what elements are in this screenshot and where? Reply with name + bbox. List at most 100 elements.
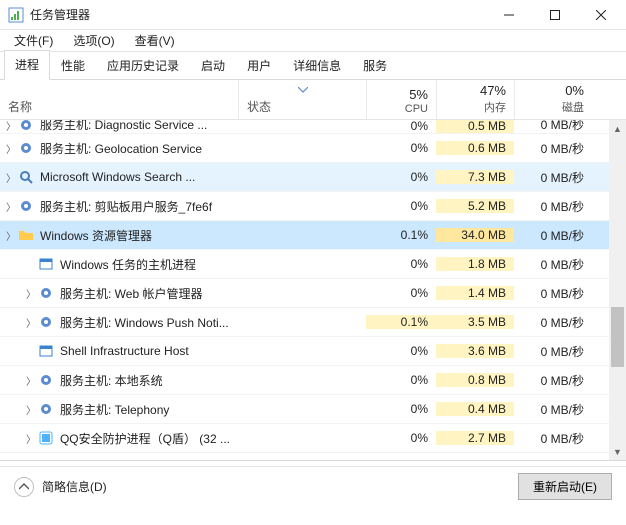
expand-icon[interactable]: 〉 <box>24 286 38 301</box>
cpu-value: 0% <box>366 402 436 416</box>
memory-value: 34.0 MB <box>436 228 514 242</box>
menu-options[interactable]: 选项(O) <box>65 30 122 51</box>
column-memory[interactable]: 47%内存 <box>436 80 514 119</box>
cpu-value: 0.1% <box>366 315 436 329</box>
cpu-value: 0% <box>366 344 436 358</box>
disk-value: 0 MB/秒 <box>514 285 592 302</box>
tab-startup[interactable]: 启动 <box>190 51 236 80</box>
memory-value: 5.2 MB <box>436 199 514 213</box>
process-name: 服务主机: Geolocation Service <box>40 140 202 157</box>
column-cpu[interactable]: 5%CPU <box>366 80 436 119</box>
vertical-scrollbar[interactable]: ▲ ▼ <box>609 120 626 460</box>
tab-app-history[interactable]: 应用历史记录 <box>96 51 190 80</box>
process-row[interactable]: 〉服务主机: 剪贴板用户服务_7fe6f0%5.2 MB0 MB/秒 <box>0 192 626 221</box>
column-name[interactable]: 名称 <box>0 80 238 119</box>
process-row[interactable]: 〉QQ安全防护进程（Q盾） (32 ...0%2.7 MB0 MB/秒 <box>0 424 626 453</box>
cpu-value: 0% <box>366 120 436 133</box>
cpu-value: 0% <box>366 431 436 445</box>
disk-value: 0 MB/秒 <box>514 120 592 133</box>
process-name: Windows 任务的主机进程 <box>60 256 196 273</box>
expand-icon[interactable]: 〉 <box>24 402 38 417</box>
column-disk[interactable]: 0%磁盘 <box>514 80 592 119</box>
expand-icon[interactable]: 〉 <box>4 141 18 156</box>
tab-services[interactable]: 服务 <box>352 51 398 80</box>
app-icon <box>8 7 24 23</box>
scroll-thumb[interactable] <box>611 307 624 367</box>
expand-icon[interactable]: 〉 <box>4 228 18 243</box>
memory-value: 0.6 MB <box>436 141 514 155</box>
disk-value: 0 MB/秒 <box>514 140 592 157</box>
minimize-button[interactable] <box>486 0 532 29</box>
disk-value: 0 MB/秒 <box>514 169 592 186</box>
memory-value: 0.5 MB <box>436 120 514 133</box>
process-name: Microsoft Windows Search ... <box>40 170 195 184</box>
gear-icon <box>18 140 34 156</box>
process-row[interactable]: Windows 任务的主机进程 0%1.8 MB0 MB/秒 <box>0 250 626 279</box>
disk-value: 0 MB/秒 <box>514 198 592 215</box>
memory-value: 1.8 MB <box>436 257 514 271</box>
expand-icon[interactable]: 〉 <box>4 120 18 133</box>
tab-performance[interactable]: 性能 <box>50 51 96 80</box>
process-row[interactable]: 〉 服务主机: Geolocation Service 0%0.6 MB0 MB/秒 <box>0 134 626 163</box>
cpu-value: 0% <box>366 257 436 271</box>
restart-button[interactable]: 重新启动(E) <box>518 473 612 500</box>
disk-value: 0 MB/秒 <box>514 227 592 244</box>
cpu-value: 0% <box>366 199 436 213</box>
tab-processes[interactable]: 进程 <box>4 50 50 80</box>
memory-value: 3.5 MB <box>436 315 514 329</box>
fewer-details-toggle[interactable]: 简略信息(D) <box>14 477 518 497</box>
cpu-value: 0% <box>366 286 436 300</box>
disk-value: 0 MB/秒 <box>514 343 592 360</box>
process-row[interactable]: 〉服务主机: Telephony0%0.4 MB0 MB/秒 <box>0 395 626 424</box>
expand-icon[interactable]: 〉 <box>24 315 38 330</box>
close-button[interactable] <box>578 0 624 29</box>
process-name: QQ安全防护进程（Q盾） (32 ... <box>60 430 230 447</box>
memory-value: 3.6 MB <box>436 344 514 358</box>
disk-value: 0 MB/秒 <box>514 430 592 447</box>
process-row[interactable]: 〉服务主机: 本地系统0%0.8 MB0 MB/秒 <box>0 366 626 395</box>
process-name: 服务主机: Diagnostic Service ... <box>40 120 207 133</box>
expand-icon[interactable]: 〉 <box>4 170 18 185</box>
sort-indicator-icon <box>298 82 308 96</box>
tab-users[interactable]: 用户 <box>236 51 282 80</box>
expand-icon[interactable]: 〉 <box>24 431 38 446</box>
fewer-details-label: 简略信息(D) <box>42 478 107 495</box>
memory-value: 0.8 MB <box>436 373 514 387</box>
process-row[interactable]: 〉服务主机: Windows Push Noti...0.1%3.5 MB0 M… <box>0 308 626 337</box>
gear-icon <box>18 198 34 214</box>
scroll-up-icon[interactable]: ▲ <box>609 120 626 137</box>
window-icon <box>38 256 54 272</box>
cpu-value: 0.1% <box>366 228 436 242</box>
column-status[interactable]: 状态 <box>238 80 366 119</box>
maximize-button[interactable] <box>532 0 578 29</box>
memory-value: 1.4 MB <box>436 286 514 300</box>
scroll-track[interactable] <box>609 137 626 443</box>
title-bar: 任务管理器 <box>0 0 626 30</box>
expand-icon[interactable]: 〉 <box>24 373 38 388</box>
process-name: 服务主机: Telephony <box>60 401 169 418</box>
tab-details[interactable]: 详细信息 <box>282 51 352 80</box>
menu-bar: 文件(F) 选项(O) 查看(V) <box>0 30 626 52</box>
window-title: 任务管理器 <box>30 6 486 23</box>
disk-value: 0 MB/秒 <box>514 256 592 273</box>
gear-icon <box>38 372 54 388</box>
menu-view[interactable]: 查看(V) <box>127 30 183 51</box>
process-row[interactable]: 〉Microsoft Windows Search ...0%7.3 MB0 M… <box>0 163 626 192</box>
tab-strip: 进程 性能 应用历史记录 启动 用户 详细信息 服务 <box>0 52 626 80</box>
gear-icon <box>38 314 54 330</box>
column-header: 名称 状态 5%CPU 47%内存 0%磁盘 <box>0 80 626 120</box>
process-name: Shell Infrastructure Host <box>60 344 189 358</box>
process-row[interactable]: 〉 服务主机: Diagnostic Service ... 0%0.5 MB0 M… <box>0 120 626 134</box>
process-row[interactable]: 〉Windows 资源管理器0.1%34.0 MB0 MB/秒 <box>0 221 626 250</box>
qq-icon <box>38 430 54 446</box>
gear-icon <box>18 120 34 133</box>
menu-file[interactable]: 文件(F) <box>6 30 61 51</box>
expand-icon[interactable]: 〉 <box>4 199 18 214</box>
gear-icon <box>38 401 54 417</box>
scroll-down-icon[interactable]: ▼ <box>609 443 626 460</box>
memory-value: 7.3 MB <box>436 170 514 184</box>
cpu-value: 0% <box>366 141 436 155</box>
process-row[interactable]: Shell Infrastructure Host 0%3.6 MB0 MB/秒 <box>0 337 626 366</box>
process-row[interactable]: 〉服务主机: Web 帐户管理器0%1.4 MB0 MB/秒 <box>0 279 626 308</box>
cpu-value: 0% <box>366 373 436 387</box>
